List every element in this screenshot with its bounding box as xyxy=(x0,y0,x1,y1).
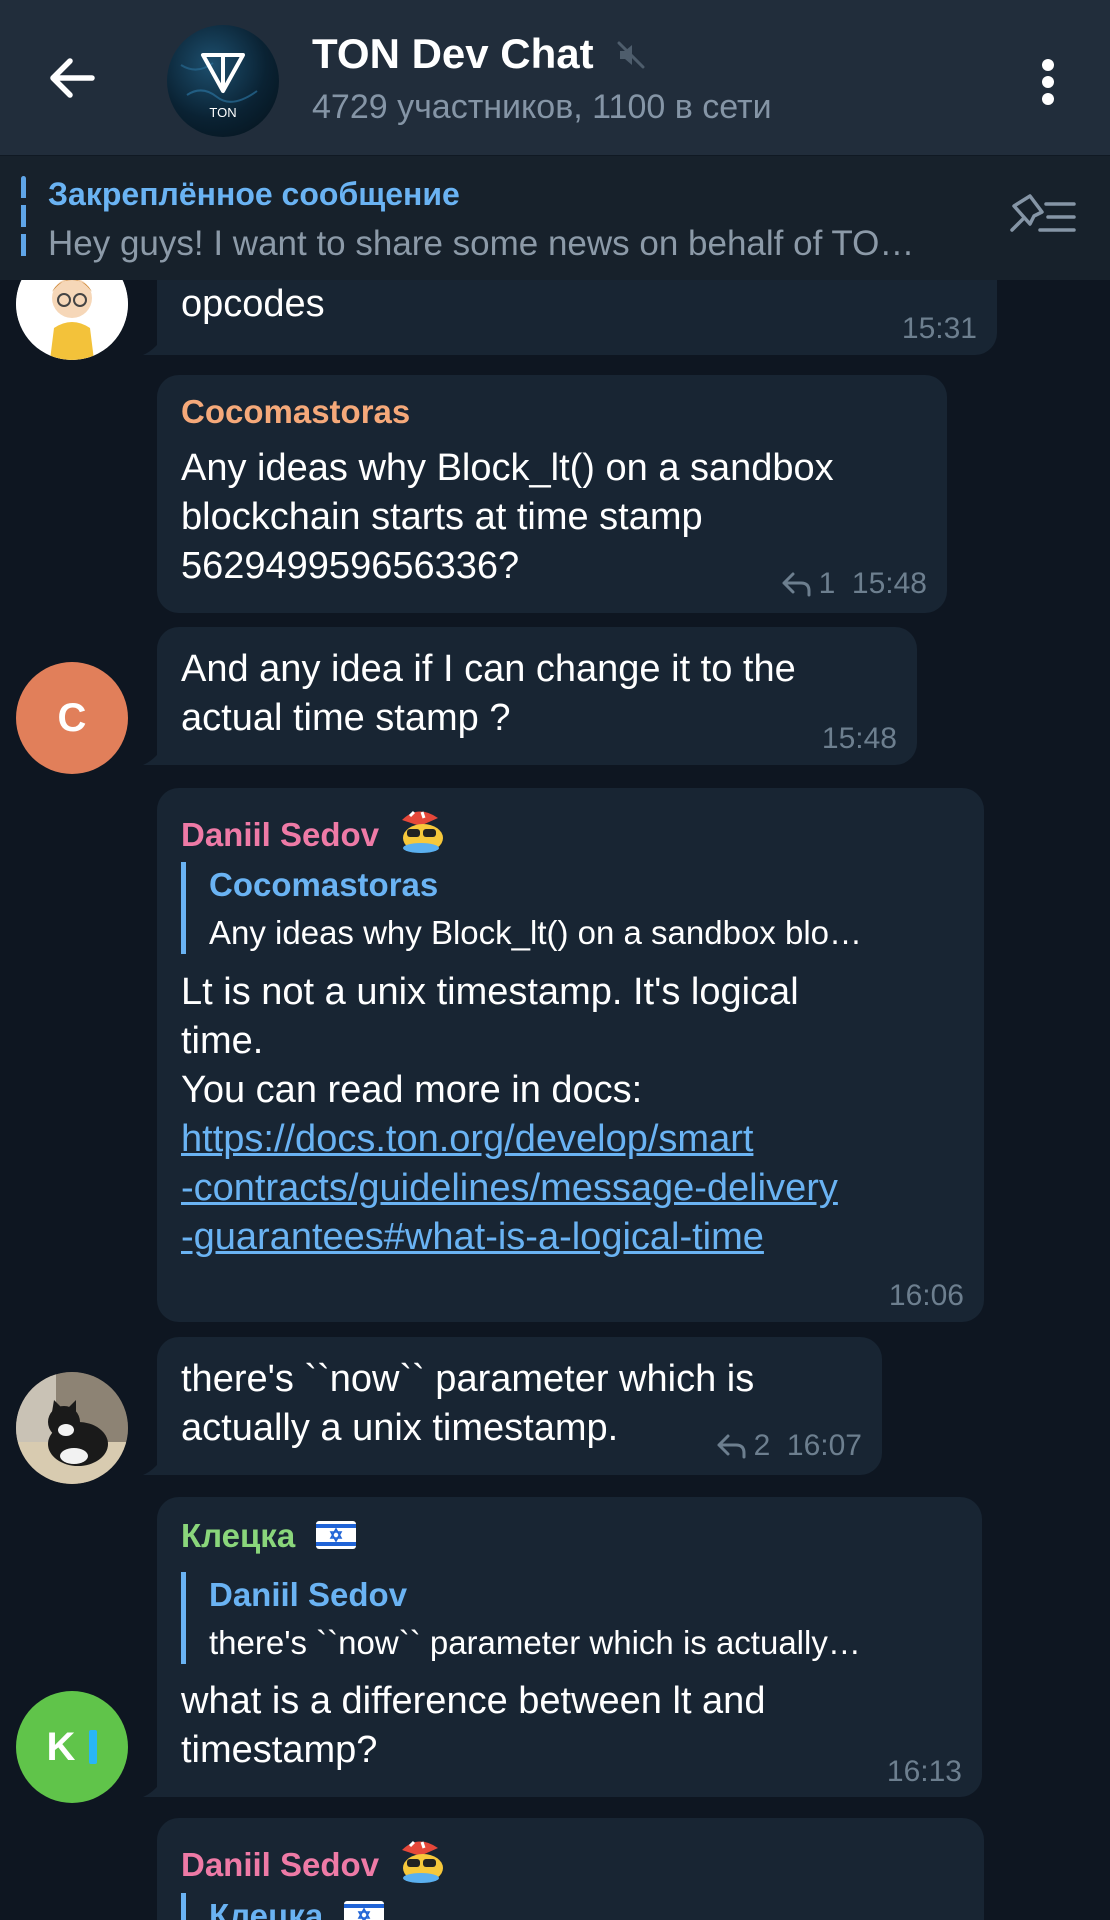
pinned-title: Закреплённое сообщение xyxy=(48,176,460,212)
chat-avatar[interactable]: TON xyxy=(167,25,279,137)
reply-count: 1 xyxy=(818,567,836,600)
message-line: what is a difference between lt and xyxy=(181,1680,766,1722)
quote-sender: Cocomastoras xyxy=(209,866,439,903)
message-line: Lt is not a unix timestamp. It's logical xyxy=(181,971,799,1013)
avatar-letter[interactable]: K xyxy=(16,1691,128,1803)
message-time: 16:13 xyxy=(886,1755,962,1788)
more-menu-button[interactable] xyxy=(1020,50,1076,114)
message-meta[interactable]: 2 16:07 xyxy=(716,1429,862,1463)
message-link[interactable]: -contracts/guidelines/message-delivery xyxy=(181,1164,838,1213)
message-bubble[interactable]: there's ``now`` parameter which is actua… xyxy=(143,1337,882,1475)
avatar-text: TON xyxy=(209,105,236,120)
message-text: opcodes xyxy=(181,283,325,325)
reply-quote[interactable]: Daniil Sedov there's ``now`` parameter w… xyxy=(181,1572,861,1664)
message-line: timestamp? xyxy=(181,1729,378,1771)
pinned-list-icon[interactable] xyxy=(1008,190,1078,250)
message-time: 15:31 xyxy=(901,312,977,345)
reply-count: 2 xyxy=(753,1429,771,1462)
bubble-tail xyxy=(143,741,167,765)
message-line: time. xyxy=(181,1020,264,1062)
message-time: 16:06 xyxy=(888,1279,964,1312)
message-meta[interactable]: 1 15:48 xyxy=(781,567,927,601)
reply-icon xyxy=(782,572,811,597)
bubble-tail xyxy=(143,331,167,355)
message-line: And any idea if I can change it to the xyxy=(181,648,796,690)
chat-title[interactable]: TON Dev Chat xyxy=(312,30,594,78)
pinned-indicator xyxy=(21,176,26,260)
reply-quote[interactable]: Клецка xyxy=(181,1893,385,1920)
avatar-initial: K xyxy=(46,1724,76,1769)
message-bubble[interactable]: Daniil Sedov Клецка xyxy=(157,1818,984,1920)
quote-text: Any ideas why Block_lt() on a sandbox bl… xyxy=(209,914,863,951)
message-link[interactable]: https://docs.ton.org/develop/smart xyxy=(181,1115,753,1164)
israel-flag-icon xyxy=(316,1521,357,1549)
ton-logo-icon: TON xyxy=(180,53,258,120)
message-line: blockchain starts at time stamp xyxy=(181,496,703,538)
muted-speaker-icon xyxy=(617,41,645,69)
bubble-tail xyxy=(143,1451,167,1475)
arrow-left-icon xyxy=(50,58,95,98)
message-line: actual time stamp ? xyxy=(181,697,511,739)
message-line: there's ``now`` parameter which is xyxy=(181,1358,755,1400)
avatar-initial: C xyxy=(57,695,87,740)
sender-name[interactable]: Daniil Sedov xyxy=(181,1838,446,1884)
message-time: 15:48 xyxy=(821,722,897,755)
reply-quote[interactable]: Cocomastoras Any ideas why Block_lt() on… xyxy=(181,862,862,954)
message-link[interactable]: -guarantees#what-is-a-logical-time xyxy=(181,1213,764,1262)
avatar-letter[interactable]: C xyxy=(16,662,128,774)
message-bubble[interactable]: Клецка Daniil Sedov there's ``now`` para… xyxy=(143,1497,982,1797)
back-button[interactable] xyxy=(36,42,108,114)
pinned-message-bar[interactable]: Закреплённое сообщение Hey guys! I want … xyxy=(0,155,1110,280)
message-line: Any ideas why Block_lt() on a sandbox xyxy=(181,447,834,489)
sender-name[interactable]: Cocomastoras xyxy=(181,393,410,431)
sender-name[interactable]: Daniil Sedov xyxy=(181,808,446,854)
israel-flag-icon xyxy=(344,1901,385,1920)
message-line: 562949959656336? xyxy=(181,545,520,587)
chat-header: TON TON Dev Chat 4729 участников, 1100 в… xyxy=(0,0,1110,155)
message-line: You can read more in docs: xyxy=(181,1069,643,1111)
sunglasses-duck-emoji-icon xyxy=(402,1840,444,1883)
member-count: 4729 участников, 1100 в сети xyxy=(312,88,772,126)
bubble-tail xyxy=(143,1773,167,1797)
message-line: actually a unix timestamp. xyxy=(181,1407,619,1449)
reply-icon xyxy=(717,1434,746,1459)
pinned-text: Hey guys! I want to share some news on b… xyxy=(48,224,915,263)
message-bubble[interactable]: Cocomastoras Any ideas why Block_lt() on… xyxy=(157,375,947,613)
avatar-flag-mark xyxy=(89,1730,98,1764)
message-time: 16:07 xyxy=(786,1429,862,1462)
cat-photo-icon xyxy=(16,1372,128,1484)
more-vertical-icon xyxy=(1042,59,1054,105)
quote-text: there's ``now`` parameter which is actua… xyxy=(209,1624,861,1661)
quote-sender: Клецка xyxy=(209,1893,385,1920)
avatar-cat-photo[interactable] xyxy=(16,1372,128,1484)
message-bubble[interactable]: And any idea if I can change it to the a… xyxy=(143,627,917,765)
sender-name[interactable]: Клецка xyxy=(181,1517,357,1555)
message-list[interactable]: opcodes 15:31 Cocomastoras Any ideas why… xyxy=(0,0,1110,1920)
quote-sender: Daniil Sedov xyxy=(209,1576,408,1613)
message-bubble[interactable]: Daniil Sedov Cocomastoras Any ideas why … xyxy=(157,788,984,1322)
message-time: 15:48 xyxy=(851,567,927,600)
sunglasses-duck-emoji-icon xyxy=(402,810,444,853)
